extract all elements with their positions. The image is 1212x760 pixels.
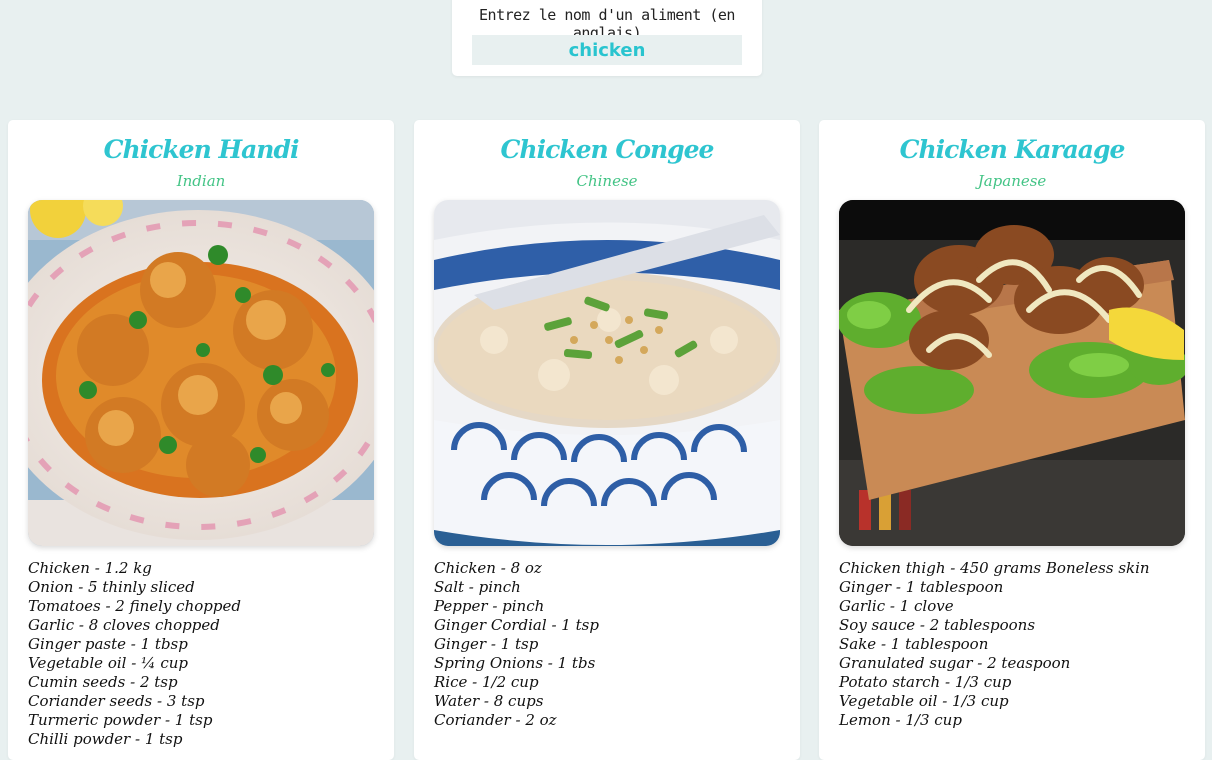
recipe-title: Chicken Congee	[500, 135, 715, 164]
ingredient-item: Rice - 1/2 cup	[434, 673, 539, 691]
congee-bowl-image	[434, 200, 780, 546]
ingredient-item: Garlic - 8 cloves chopped	[28, 616, 220, 634]
ingredient-item: Ginger Cordial - 1 tsp	[434, 616, 599, 634]
ingredient-item: Salt - pinch	[434, 578, 521, 596]
ingredient-list: Chicken thigh - 450 grams Boneless skin …	[839, 559, 1150, 730]
ingredient-item: Granulated sugar - 2 teaspoon	[839, 654, 1071, 672]
ingredient-item: Coriander seeds - 3 tsp	[28, 692, 205, 710]
ingredient-item: Spring Onions - 1 tbs	[434, 654, 596, 672]
ingredient-item: Cumin seeds - 2 tsp	[28, 673, 178, 691]
ingredient-item: Chicken - 1.2 kg	[28, 559, 152, 577]
ingredient-item: Turmeric powder - 1 tsp	[28, 711, 213, 729]
ingredient-item: Potato starch - 1/3 cup	[839, 673, 1012, 691]
ingredient-item: Sake - 1 tablespoon	[839, 635, 989, 653]
ingredient-item: Soy sauce - 2 tablespoons	[839, 616, 1036, 634]
ingredient-list: Chicken - 1.2 kg Onion - 5 thinly sliced…	[28, 559, 241, 749]
ingredient-item: Vegetable oil - ¼ cup	[28, 654, 189, 672]
recipe-card: Chicken Handi Indian Chicken - 1.2 kg On…	[8, 120, 394, 760]
recipe-title: Chicken Handi	[103, 135, 300, 164]
recipe-title: Chicken Karaage	[899, 135, 1126, 164]
recipe-cuisine: Chinese	[576, 172, 638, 190]
ingredient-item: Lemon - 1/3 cup	[839, 711, 962, 729]
recipe-cuisine: Japanese	[977, 172, 1047, 190]
ingredient-item: Garlic - 1 clove	[839, 597, 954, 615]
ingredient-item: Chilli powder - 1 tsp	[28, 730, 183, 748]
ingredient-item: Ginger - 1 tablespoon	[839, 578, 1004, 596]
ingredient-item: Chicken - 8 oz	[434, 559, 542, 577]
ingredient-item: Ginger paste - 1 tbsp	[28, 635, 188, 653]
search-card: Entrez le nom d'un aliment (en anglais)	[452, 0, 762, 76]
ingredient-item: Ginger - 1 tsp	[434, 635, 539, 653]
ingredient-item: Chicken thigh - 450 grams Boneless skin	[839, 559, 1150, 577]
recipe-card: Chicken Congee Chinese Chicken - 8 oz Sa…	[414, 120, 800, 760]
ingredient-item: Onion - 5 thinly sliced	[28, 578, 195, 596]
fried-chicken-board-image	[839, 200, 1185, 546]
ingredient-item: Tomatoes - 2 finely chopped	[28, 597, 241, 615]
ingredient-item: Vegetable oil - 1/3 cup	[839, 692, 1009, 710]
recipe-cuisine: Indian	[176, 172, 226, 190]
ingredient-list: Chicken - 8 oz Salt - pinch Pepper - pin…	[434, 559, 599, 730]
ingredient-item: Coriander - 2 oz	[434, 711, 557, 729]
search-input[interactable]	[472, 35, 742, 65]
recipe-card: Chicken Karaage Japanese Chicken thigh -…	[819, 120, 1205, 760]
ingredient-item: Water - 8 cups	[434, 692, 544, 710]
ingredient-item: Pepper - pinch	[434, 597, 545, 615]
curry-dish-image	[28, 200, 374, 546]
